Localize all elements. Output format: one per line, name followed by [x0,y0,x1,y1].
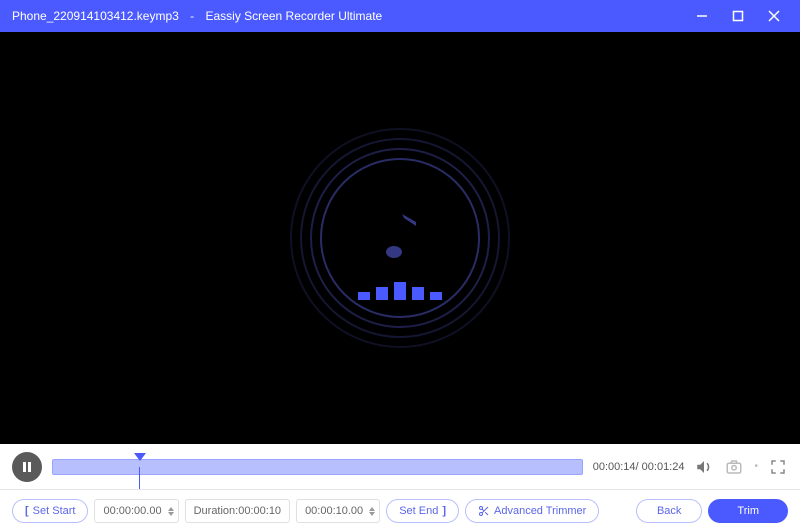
app-name: Eassiy Screen Recorder Ultimate [206,9,383,23]
set-start-button[interactable]: [ Set Start [12,499,88,523]
total-time: 00:01:24 [642,461,685,473]
playhead-marker[interactable] [134,453,146,461]
start-time-input[interactable]: 00:00:00.00 [94,499,178,523]
preview-area [0,32,800,444]
current-time: 00:00:14 [593,461,636,473]
fullscreen-icon[interactable] [768,457,788,477]
file-name: Phone_220914103412.keymp3 [12,9,179,23]
equalizer-icon [358,282,442,300]
start-time-up[interactable] [168,507,174,511]
time-display: 00:00:14/ 00:01:24 [593,461,685,473]
maximize-button[interactable] [720,0,756,32]
duration-display: Duration:00:00:10 [185,499,290,523]
separator: - [190,9,194,23]
minimize-button[interactable] [684,0,720,32]
end-time-down[interactable] [369,512,375,516]
trim-button[interactable]: Trim [708,499,788,523]
music-visualizer [290,128,510,348]
timeline-slider[interactable] [52,457,583,477]
set-end-button[interactable]: Set End ] [386,499,459,523]
end-time-input[interactable]: 00:00:10.00 [296,499,380,523]
music-note-icon [376,208,424,268]
close-button[interactable] [756,0,792,32]
trim-toolbar: [ Set Start 00:00:00.00 Duration:00:00:1… [0,490,800,532]
pause-button[interactable] [12,452,42,482]
more-icon[interactable]: • [754,461,758,472]
titlebar: Phone_220914103412.keymp3 - Eassiy Scree… [0,0,800,32]
scissors-icon [478,505,490,517]
start-time-down[interactable] [168,512,174,516]
end-time-up[interactable] [369,507,375,511]
playback-controls: 00:00:14/ 00:01:24 • [0,444,800,490]
advanced-trimmer-button[interactable]: Advanced Trimmer [465,499,599,523]
back-button[interactable]: Back [636,499,702,523]
snapshot-icon[interactable] [724,457,744,477]
volume-icon[interactable] [694,457,714,477]
